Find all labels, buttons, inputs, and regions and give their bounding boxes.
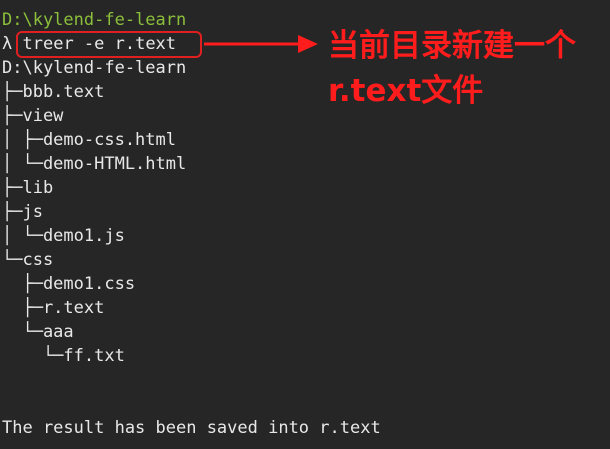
annotation-text: 当前目录新建一个r.text文件: [328, 28, 576, 109]
terminal-window[interactable]: D:\kylend-fe-learn λ treer -e r.text D:\…: [0, 0, 610, 449]
